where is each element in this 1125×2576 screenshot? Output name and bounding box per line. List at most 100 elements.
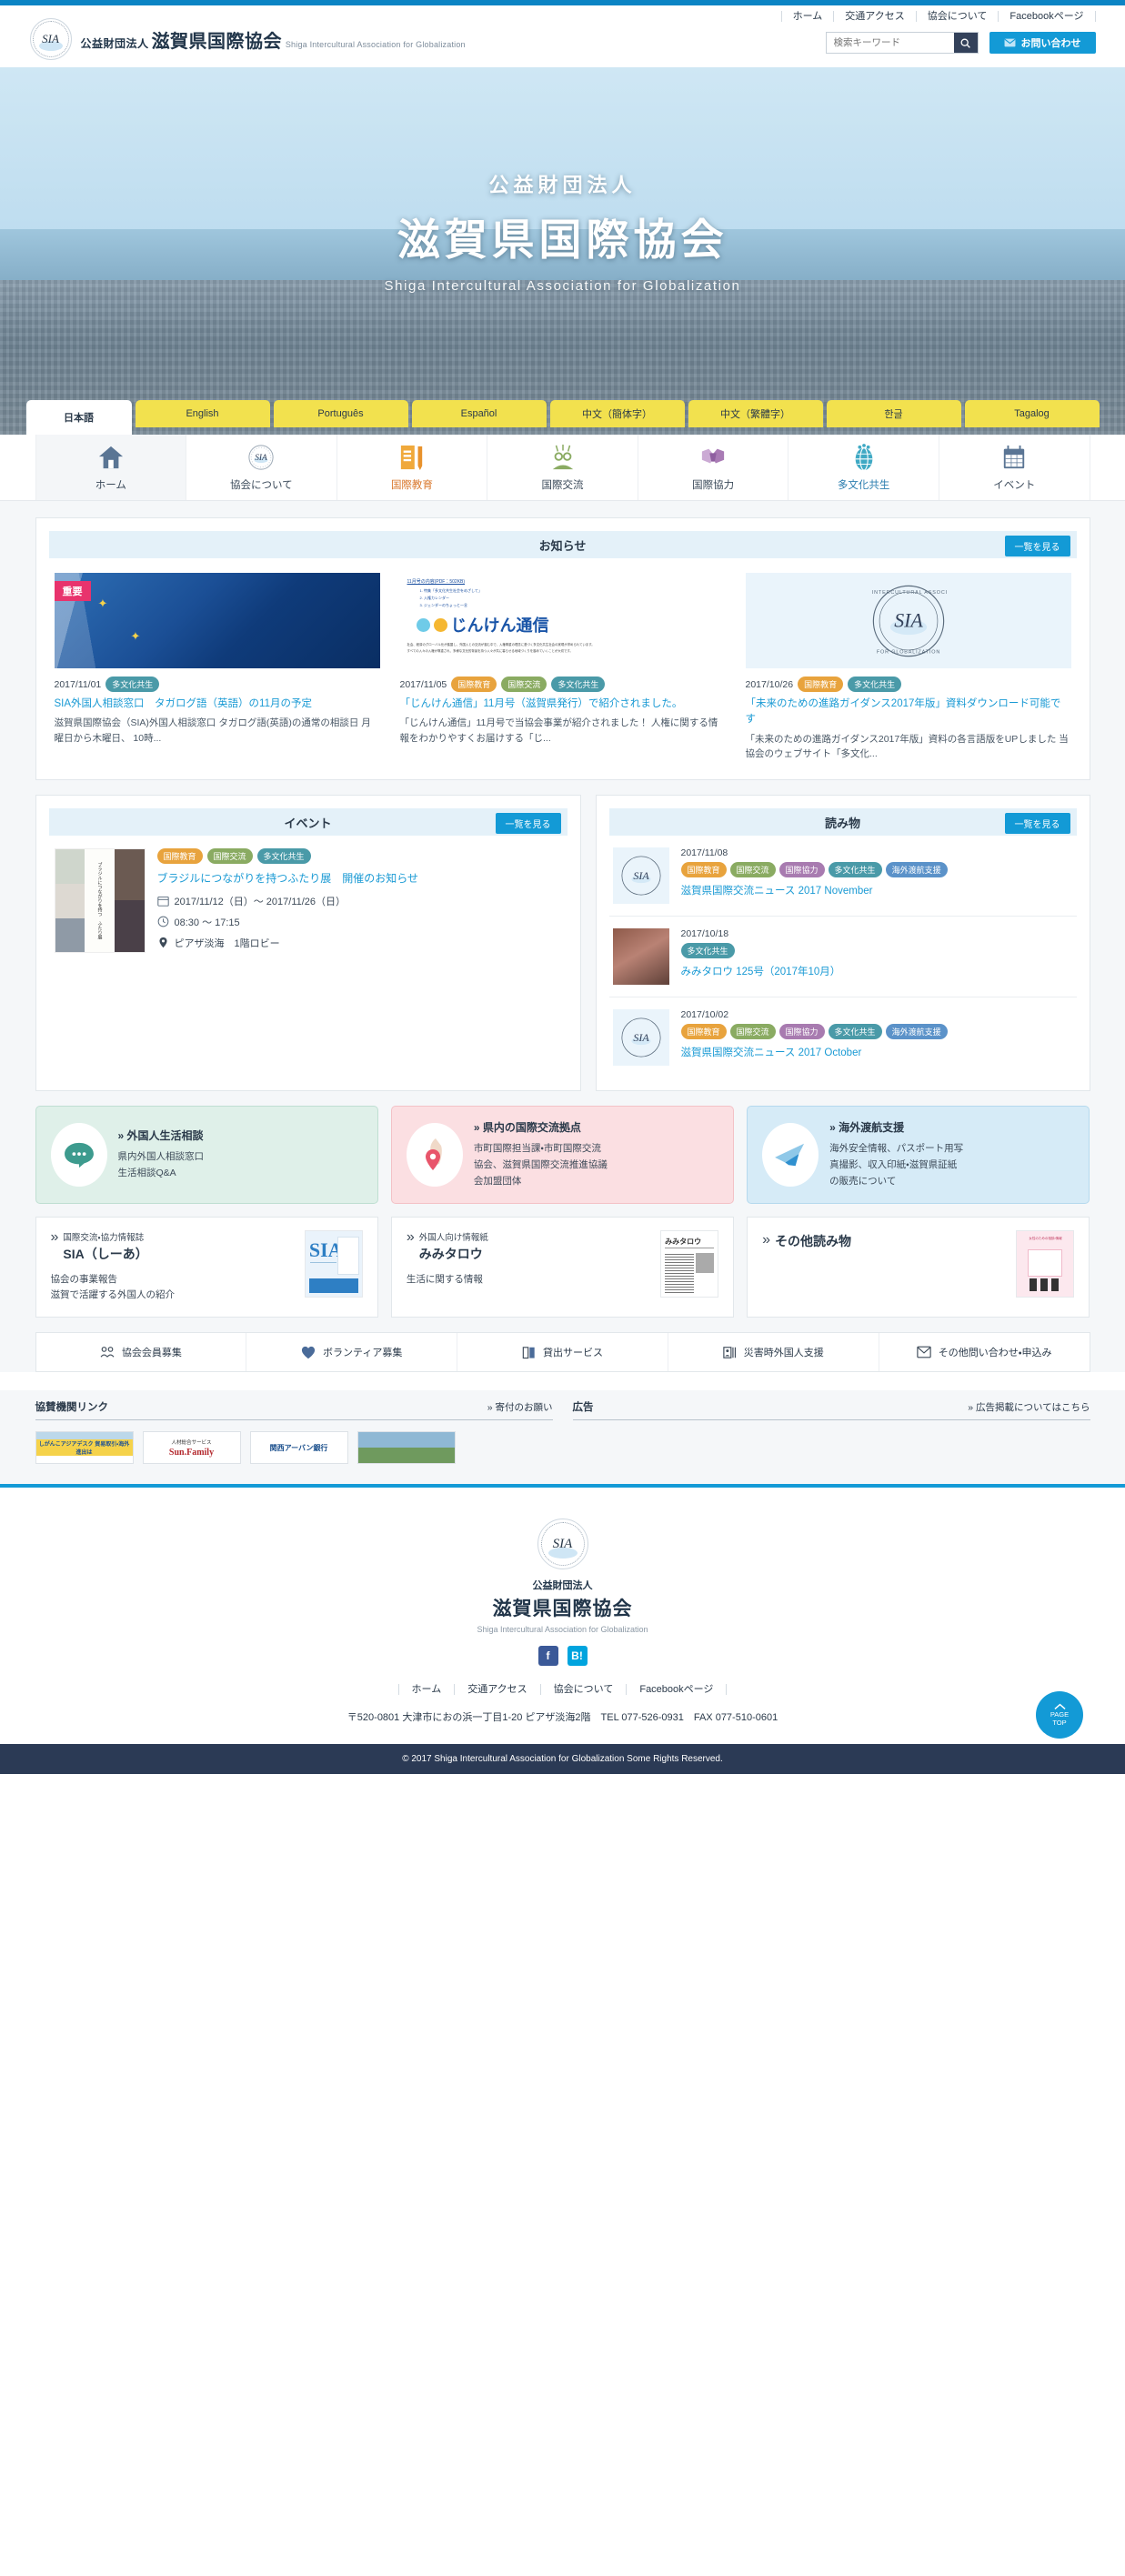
- publication-sup: 国際交流・協力情報誌: [63, 1232, 145, 1243]
- reading-list-item[interactable]: SIA 2017/10/02 国際教育 国際交流 国際協力 多文化共生 海外渡航…: [609, 997, 1077, 1078]
- sia-seal-thumb: SIA: [612, 847, 669, 905]
- header-nav-link-0[interactable]: ホーム: [780, 11, 834, 22]
- page-top-button[interactable]: PAGE TOP: [1036, 1691, 1083, 1739]
- service-box-desc: 市町国際担当課・市町国際交流 協会、滋賀県国際交流推進協議 会加盟団体: [473, 1143, 608, 1187]
- publication-sup: 外国人向け情報紙: [418, 1232, 488, 1243]
- lang-tab-en[interactable]: English: [135, 400, 270, 427]
- reading-item-title: 滋賀県国際交流ニュース 2017 November: [680, 886, 873, 897]
- sponsor-banner[interactable]: [357, 1431, 456, 1465]
- header-nav-link-1[interactable]: 交通アクセス: [833, 11, 915, 22]
- site-footer: SIA 公益財団法人 滋賀県国際協会 Shiga Intercultural A…: [0, 1484, 1125, 1775]
- search-button[interactable]: [953, 33, 978, 53]
- quick-link-volunteer[interactable]: ボランティア募集: [246, 1333, 457, 1372]
- reading-list-item[interactable]: SIA 2017/11/08 国際教育 国際交流 国際協力 多文化共生 海外渡航…: [608, 836, 1077, 917]
- footer-link-1[interactable]: 交通アクセス: [454, 1684, 539, 1696]
- calendar-icon: [1001, 444, 1027, 471]
- news-date: 2017/11/05: [399, 678, 447, 690]
- news-card-desc: 「じんけん通信」11月号で当協会事業が紹介されました！ 人権に関する情報をわかり…: [399, 717, 718, 744]
- map-pin-icon: [406, 1122, 463, 1187]
- lang-tab-ko[interactable]: 한글: [826, 400, 961, 427]
- globe-people-icon: [851, 443, 877, 471]
- lang-tab-zh-tw[interactable]: 中文（繁體字）: [688, 400, 823, 427]
- news-card-title: 「じんけん通信」11月号（滋賀県発行）で紹介されました。: [399, 698, 683, 709]
- quick-link-label: その他問い合わせ・申込み: [938, 1348, 1052, 1359]
- news-card-desc: 滋賀県国際協会（SIA)外国人相談窓口 タガログ語(英語)の通常の相談日 月曜日…: [54, 717, 371, 744]
- header-nav-link-2[interactable]: 協会について: [915, 11, 999, 22]
- sia-seal-image: SIA SHIGA INTERCULTURAL ASSOCIATION FOR …: [745, 573, 1071, 668]
- lang-tab-ja[interactable]: 日本語: [25, 400, 132, 435]
- sia-seal-icon: SIA: [537, 1519, 588, 1570]
- news-see-all-button[interactable]: 一覧を見る: [1004, 536, 1070, 556]
- donation-link[interactable]: » 寄付のお願い: [487, 1400, 553, 1414]
- lang-tab-es[interactable]: Español: [411, 400, 547, 427]
- news-card[interactable]: ✦ ✦ 重要 2017/11/01 多文化共生 SIA外国人相談窓口 タガログ語…: [54, 573, 380, 761]
- service-box-consultation[interactable]: » 外国人生活相談 県内外国人相談窓口 生活相談Q&A: [35, 1106, 378, 1204]
- events-see-all-button[interactable]: 一覧を見る: [495, 813, 561, 835]
- search-box: [825, 32, 979, 54]
- gnav-item-cooperation[interactable]: 国際協力: [637, 435, 789, 500]
- event-card[interactable]: ブラジルにつながりを持つ ふたり展 国際教育 国際交流 多文化共生 ブラジルにつ…: [49, 836, 568, 958]
- home-icon: [97, 444, 125, 471]
- ad-info-link[interactable]: » 広告掲載についてはこちら: [968, 1400, 1090, 1414]
- service-boxes: » 外国人生活相談 県内外国人相談窓口生活相談Q&A » 県内の国際交流拠点: [35, 1106, 1090, 1204]
- quick-link-disaster[interactable]: 災害時外国人支援: [667, 1333, 879, 1372]
- gnav-item-events[interactable]: イベント: [938, 435, 1090, 500]
- sponsor-banner[interactable]: しがんこアジアデスク 貿易取引・海外進出は: [35, 1431, 134, 1465]
- contact-button[interactable]: お問い合わせ: [989, 32, 1096, 54]
- footer-link-3[interactable]: Facebookページ: [626, 1684, 728, 1696]
- footer-logo[interactable]: SIA 公益財団法人 滋賀県国際協会 Shiga Intercultural A…: [0, 1519, 1125, 1667]
- event-date: 2017/11/12（日）〜 2017/11/26（日）: [174, 896, 347, 907]
- sponsor-banner-label: しがんこアジアデスク 貿易取引・海外進出は: [35, 1439, 133, 1457]
- publication-title: みみタロウ: [418, 1246, 483, 1261]
- lang-tab-pt[interactable]: Português: [273, 400, 408, 427]
- hatena-bookmark-icon[interactable]: B!: [567, 1646, 588, 1667]
- footer-link-2[interactable]: 協会について: [539, 1684, 627, 1696]
- contact-button-label: お問い合わせ: [1020, 38, 1081, 49]
- publication-other[interactable]: » その他読み物 女性のための相談・情報: [747, 1216, 1090, 1318]
- event-poster-image: ブラジルにつながりを持つ ふたり展: [54, 848, 146, 954]
- service-box-hubs[interactable]: » 県内の国際交流拠点 市町国際担当課・市町国際交流 協会、滋賀県国際交流推進協議…: [390, 1106, 735, 1204]
- quick-link-lending[interactable]: 貸出サービス: [457, 1333, 668, 1372]
- gnav-item-multicultural[interactable]: 多文化共生: [788, 435, 939, 500]
- global-nav: ホーム SIA 協会について 国際教育 国際交流 国際協力 多文化共生 イベント: [0, 435, 1125, 501]
- events-section: イベント 一覧を見る ブラジルにつながりを持つ ふたり展 国際教育 国際交流 多…: [35, 795, 581, 1092]
- gnav-item-education[interactable]: 国際教育: [336, 435, 487, 500]
- sponsor-links-title: 協賛機関リンク: [35, 1402, 109, 1414]
- news-tag: 国際交流: [501, 677, 547, 692]
- facebook-icon[interactable]: f: [537, 1646, 558, 1667]
- publication-mimitaro[interactable]: » 外国人向け情報紙 みみタロウ 生活に関する情報 みみタロウ: [390, 1216, 735, 1318]
- footer-logo-line-3: Shiga Intercultural Association for Glob…: [477, 1625, 648, 1635]
- service-box-travel[interactable]: » 海外渡航支援 海外安全情報、パスポート用写 真撮影、収入印紙・滋賀県証紙 の販売…: [747, 1106, 1090, 1204]
- lang-tab-tl[interactable]: Tagalog: [964, 400, 1100, 427]
- gnav-item-exchange[interactable]: 国際交流: [487, 435, 638, 500]
- site-logo[interactable]: SIA 公益財団法人 滋賀県国際協会 Shiga Intercultural As…: [29, 11, 466, 60]
- search-input[interactable]: [826, 33, 954, 53]
- mimitaro-paper-cover: みみタロウ: [660, 1229, 719, 1298]
- members-icon: [100, 1347, 115, 1358]
- reading-list-item[interactable]: 2017/10/18 多文化共生 みみタロウ 125号（2017年10月）: [608, 917, 1077, 998]
- sponsor-banner[interactable]: 人材総合サービス Sun.Family: [142, 1431, 241, 1465]
- news-tag: 多文化共生: [105, 677, 160, 692]
- service-box-desc: 海外安全情報、パスポート用写 真撮影、収入印紙・滋賀県証紙 の販売について: [829, 1143, 964, 1187]
- header-nav-link-3[interactable]: Facebookページ: [998, 11, 1096, 22]
- svg-text:SIA: SIA: [633, 1031, 649, 1044]
- footer-logo-line-2: 滋賀県国際協会: [492, 1599, 633, 1620]
- sponsor-banner[interactable]: 関西アーバン銀行: [249, 1431, 348, 1465]
- news-date: 2017/10/26: [745, 678, 794, 690]
- reading-date: 2017/11/08: [680, 847, 728, 859]
- quick-link-membership[interactable]: 協会会員募集: [36, 1333, 246, 1371]
- publication-sia[interactable]: » 国際交流・協力情報誌 SIA（しーあ） 協会の事業報告 滋賀で活躍する外国人の…: [35, 1216, 378, 1318]
- news-card[interactable]: SIA SHIGA INTERCULTURAL ASSOCIATION FOR …: [745, 573, 1071, 761]
- footer-link-0[interactable]: ホーム: [397, 1684, 455, 1696]
- gnav-item-home[interactable]: ホーム: [35, 435, 186, 500]
- quick-link-other-inquiry[interactable]: その他問い合わせ・申込み: [878, 1333, 1090, 1372]
- service-box-desc: 県内外国人相談窓口 生活相談Q&A: [117, 1150, 205, 1178]
- news-card[interactable]: 11月号の内容(PDF：502KB) 1. 特集「多文化共生社会をめざして」 2.…: [399, 573, 726, 761]
- reading-tag: 多文化共生: [828, 862, 882, 878]
- reading-see-all-button[interactable]: 一覧を見る: [1004, 813, 1070, 835]
- gnav-item-about[interactable]: SIA 協会について: [186, 435, 336, 500]
- mail-icon: [1003, 38, 1016, 47]
- lang-tab-zh-cn[interactable]: 中文（簡体字）: [549, 400, 685, 427]
- location-pin-icon: [158, 937, 167, 948]
- svg-text:SIA: SIA: [894, 609, 923, 631]
